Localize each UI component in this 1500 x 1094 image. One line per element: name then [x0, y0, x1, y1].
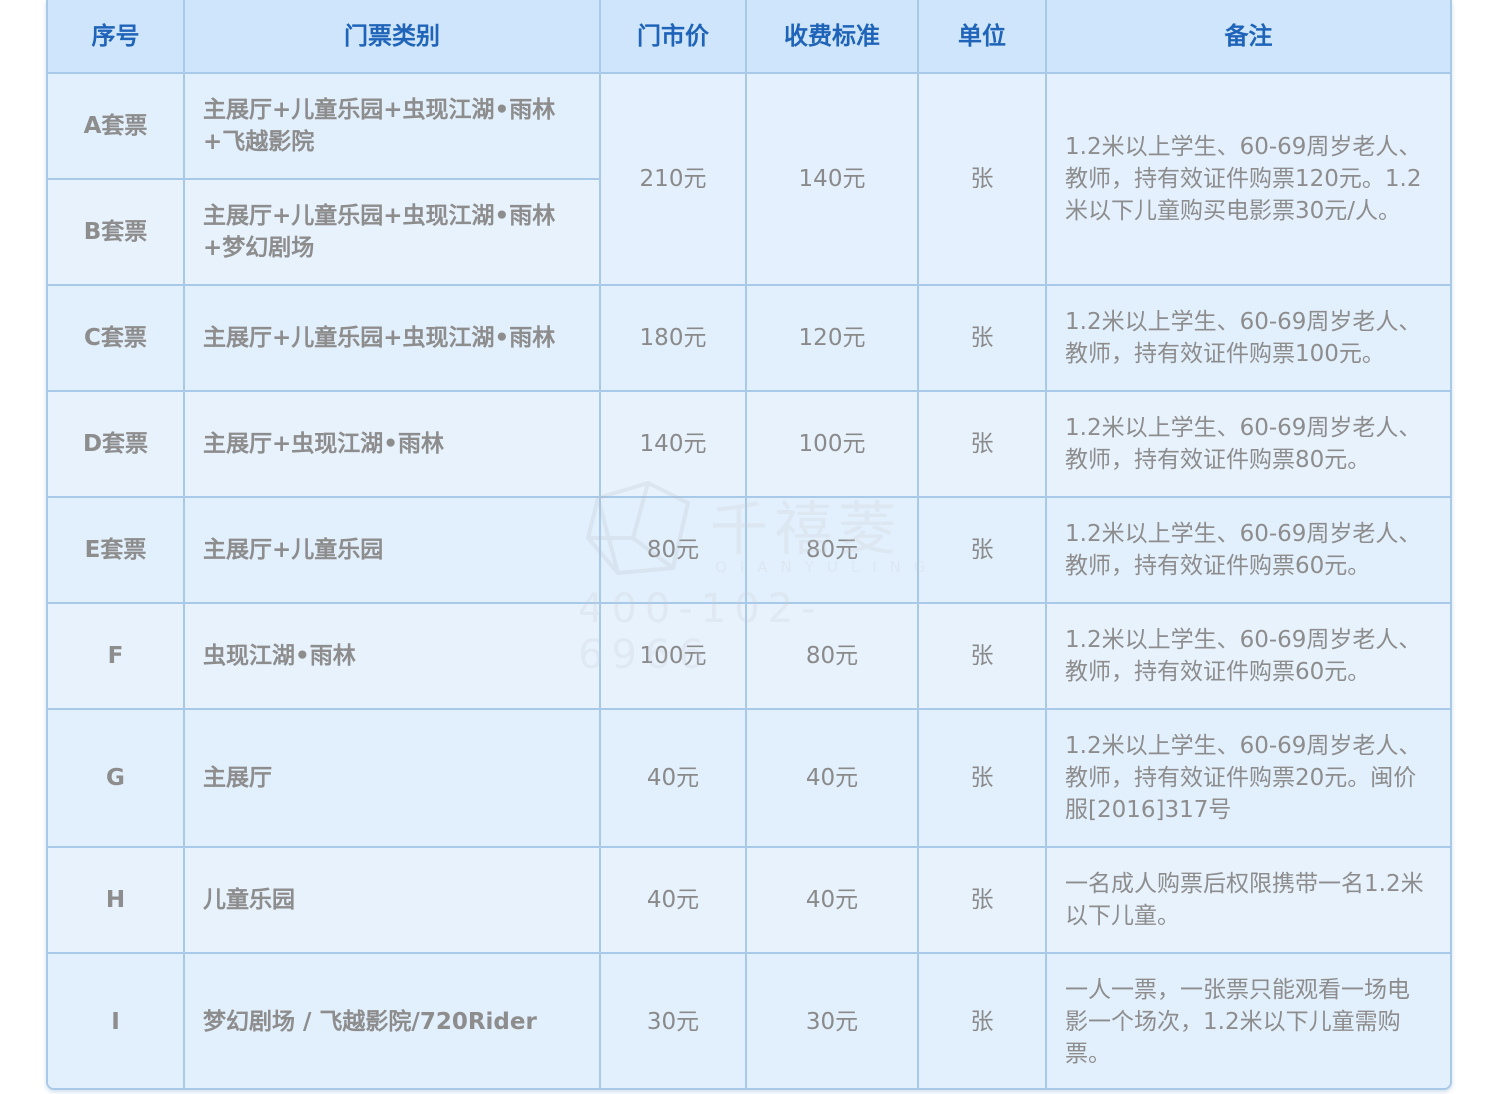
row-unit: 张 — [917, 952, 1047, 1088]
row-fee: 30元 — [745, 952, 919, 1088]
table-row: H 儿童乐园 40元 40元 张 一名成人购票后权限携带一名1.2米以下儿童。 — [48, 846, 1450, 954]
table-row: G 主展厅 40元 40元 张 1.2米以上学生、60-69周岁老人、教师，持有… — [48, 708, 1450, 848]
row-remarks: 1.2米以上学生、60-69周岁老人、教师，持有效证件购票20元。闽价服[201… — [1045, 708, 1450, 848]
row-remarks: 一名成人购票后权限携带一名1.2米以下儿童。 — [1045, 846, 1450, 954]
row-door-price: 140元 — [599, 390, 747, 498]
row-category: 主展厅+儿童乐园+虫现江湖•雨林+梦幻剧场 — [183, 178, 600, 286]
table-row: D套票 主展厅+虫现江湖•雨林 140元 100元 张 1.2米以上学生、60-… — [48, 390, 1450, 498]
row-fee: 80元 — [745, 496, 919, 604]
row-fee: 80元 — [745, 602, 919, 710]
table-row: C套票 主展厅+儿童乐园+虫现江湖•雨林 180元 120元 张 1.2米以上学… — [48, 284, 1450, 392]
row-door-price: 100元 — [599, 602, 747, 710]
table-header-row: 序号 门票类别 门市价 收费标准 单位 备注 — [48, 0, 1450, 73]
row-remarks: 1.2米以上学生、60-69周岁老人、教师，持有效证件购票100元。 — [1045, 284, 1450, 392]
row-fee: 40元 — [745, 708, 919, 848]
row-category: 主展厅 — [183, 708, 601, 848]
row-seq: G — [48, 708, 185, 848]
row-unit: 张 — [917, 846, 1047, 954]
row-fee: 40元 — [745, 846, 919, 954]
header-category: 门票类别 — [183, 0, 601, 73]
ticket-price-table: 序号 门票类别 门市价 收费标准 单位 备注 A套票 主展厅+儿童乐园+虫现江湖… — [48, 0, 1450, 1088]
row-remarks: 1.2米以上学生、60-69周岁老人、教师，持有效证件购票120元。1.2米以下… — [1045, 72, 1450, 286]
table-row: F 虫现江湖•雨林 100元 80元 张 1.2米以上学生、60-69周岁老人、… — [48, 602, 1450, 710]
row-seq: D套票 — [48, 390, 185, 498]
row-seq: H — [48, 846, 185, 954]
row-remarks: 1.2米以上学生、60-69周岁老人、教师，持有效证件购票80元。 — [1045, 390, 1450, 498]
row-door-price: 80元 — [599, 496, 747, 604]
row-category: 主展厅+虫现江湖•雨林 — [183, 390, 601, 498]
row-seq: B套票 — [48, 178, 185, 286]
table-row: I 梦幻剧场 / 飞越影院/720Rider 30元 30元 张 一人一票，一张… — [48, 952, 1450, 1088]
row-fee: 120元 — [745, 284, 919, 392]
row-seq: F — [48, 602, 185, 710]
ticket-price-table-frame: 序号 门票类别 门市价 收费标准 单位 备注 A套票 主展厅+儿童乐园+虫现江湖… — [46, 0, 1452, 1090]
header-unit: 单位 — [917, 0, 1047, 73]
header-seq: 序号 — [48, 0, 185, 73]
row-seq: I — [48, 952, 185, 1088]
header-door-price: 门市价 — [599, 0, 747, 73]
table-row: E套票 主展厅+儿童乐园 80元 80元 张 1.2米以上学生、60-69周岁老… — [48, 496, 1450, 604]
row-remarks: 1.2米以上学生、60-69周岁老人、教师，持有效证件购票60元。 — [1045, 602, 1450, 710]
row-remarks: 一人一票，一张票只能观看一场电影一个场次，1.2米以下儿童需购票。 — [1045, 952, 1450, 1088]
row-seq: A套票 — [48, 72, 185, 180]
row-unit: 张 — [917, 284, 1047, 392]
row-seq: E套票 — [48, 496, 185, 604]
table-row: A套票 主展厅+儿童乐园+虫现江湖•雨林+飞越影院 210元 140元 张 1.… — [48, 72, 1450, 286]
header-fee-standard: 收费标准 — [745, 0, 919, 73]
row-remarks: 1.2米以上学生、60-69周岁老人、教师，持有效证件购票60元。 — [1045, 496, 1450, 604]
row-unit: 张 — [917, 708, 1047, 848]
row-door-price: 30元 — [599, 952, 747, 1088]
row-category: 主展厅+儿童乐园+虫现江湖•雨林+飞越影院 — [183, 72, 601, 180]
row-category: 主展厅+儿童乐园+虫现江湖•雨林 — [183, 284, 601, 392]
row-door-price: 180元 — [599, 284, 747, 392]
row-fee: 100元 — [745, 390, 919, 498]
row-unit: 张 — [917, 72, 1047, 286]
row-category: 梦幻剧场 / 飞越影院/720Rider — [183, 952, 601, 1088]
header-remarks: 备注 — [1045, 0, 1450, 73]
row-unit: 张 — [917, 496, 1047, 604]
row-category: 虫现江湖•雨林 — [183, 602, 601, 710]
row-door-price: 40元 — [599, 708, 747, 848]
row-unit: 张 — [917, 390, 1047, 498]
row-unit: 张 — [917, 602, 1047, 710]
row-door-price: 210元 — [599, 72, 747, 286]
row-category: 主展厅+儿童乐园 — [183, 496, 601, 604]
row-seq: C套票 — [48, 284, 185, 392]
row-category: 儿童乐园 — [183, 846, 601, 954]
row-door-price: 40元 — [599, 846, 747, 954]
row-fee: 140元 — [745, 72, 919, 286]
